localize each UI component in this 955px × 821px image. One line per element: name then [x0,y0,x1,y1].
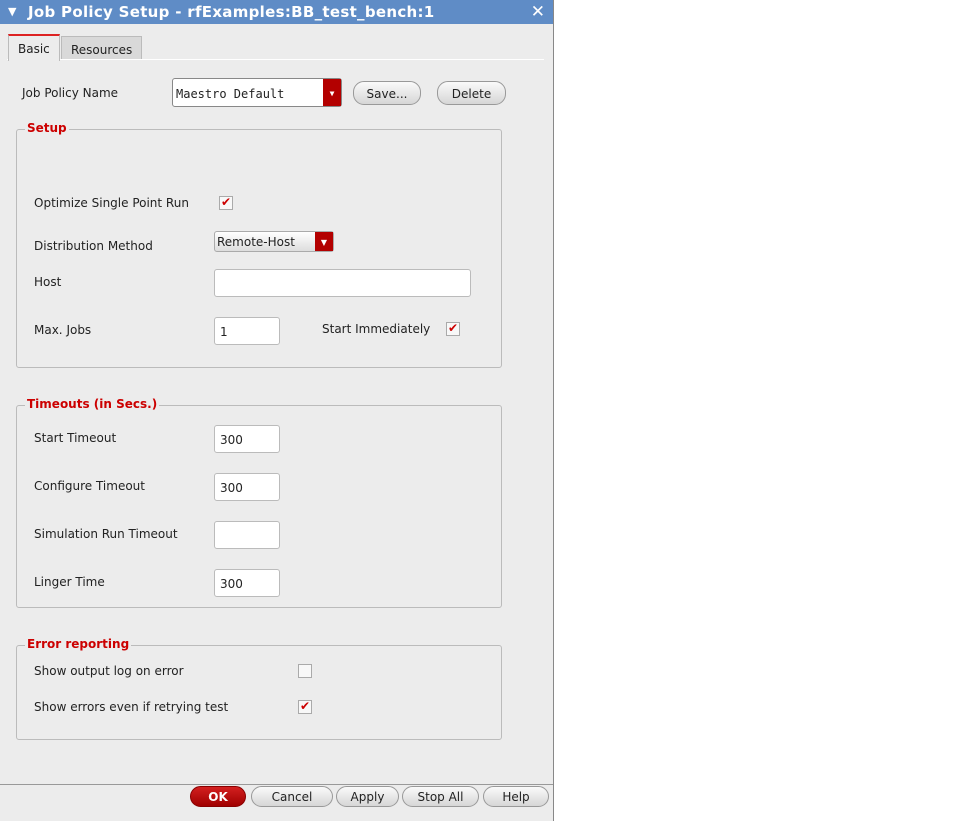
tab-basic[interactable]: Basic [8,34,60,61]
job-policy-dialog: ▼ Job Policy Setup - rfExamples:BB_test_… [0,0,554,821]
sim-run-timeout-label: Simulation Run Timeout [34,527,178,541]
timeouts-title: Timeouts (in Secs.) [25,397,160,411]
job-policy-name-combo[interactable]: Maestro Default ▼ [172,78,342,107]
sim-run-timeout-input[interactable] [214,521,280,549]
chevron-down-icon[interactable]: ▼ [323,79,341,106]
max-jobs-label: Max. Jobs [34,323,92,337]
apply-button[interactable]: Apply [336,786,399,807]
save-button[interactable]: Save... [353,81,421,105]
setup-title: Setup [25,121,69,135]
distribution-select[interactable]: Remote-Host ▼ [214,231,334,252]
title-bar: ▼ Job Policy Setup - rfExamples:BB_test_… [0,0,553,24]
configure-timeout-label: Configure Timeout [34,479,145,493]
max-jobs-input[interactable]: 1 [214,317,280,345]
job-policy-name-value[interactable]: Maestro Default [176,87,284,101]
distribution-label: Distribution Method [34,239,153,253]
show-errors-checkbox[interactable]: ✔ [298,700,312,714]
window-menu-icon[interactable]: ▼ [8,0,16,24]
error-reporting-group: Error reporting [16,637,502,740]
tab-resources[interactable]: Resources [61,36,143,60]
optimize-checkbox[interactable]: ✔ [219,196,233,210]
show-errors-label: Show errors even if retrying test [34,700,229,714]
start-immediately-label: Start Immediately [322,322,431,336]
error-reporting-title: Error reporting [25,637,132,651]
configure-timeout-input[interactable]: 300 [214,473,280,501]
help-button[interactable]: Help [483,786,549,807]
optimize-label: Optimize Single Point Run [34,196,189,210]
show-log-checkbox[interactable] [298,664,312,678]
distribution-value: Remote-Host [217,235,295,249]
host-label: Host [34,275,62,289]
job-policy-name-label: Job Policy Name [22,86,119,100]
start-timeout-label: Start Timeout [34,431,117,445]
close-icon[interactable]: ✕ [531,0,545,24]
delete-button[interactable]: Delete [437,81,506,105]
stop-all-button[interactable]: Stop All [402,786,479,807]
show-log-label: Show output log on error [34,664,184,678]
linger-time-input[interactable]: 300 [214,569,280,597]
start-timeout-input[interactable]: 300 [214,425,280,453]
button-bar [0,784,553,785]
window-title: Job Policy Setup - rfExamples:BB_test_be… [28,3,435,21]
ok-button[interactable]: OK [190,786,246,807]
chevron-down-icon[interactable]: ▼ [315,232,333,251]
start-immediately-checkbox[interactable]: ✔ [446,322,460,336]
host-input[interactable] [214,269,471,297]
linger-time-label: Linger Time [34,575,105,589]
cancel-button[interactable]: Cancel [251,786,333,807]
